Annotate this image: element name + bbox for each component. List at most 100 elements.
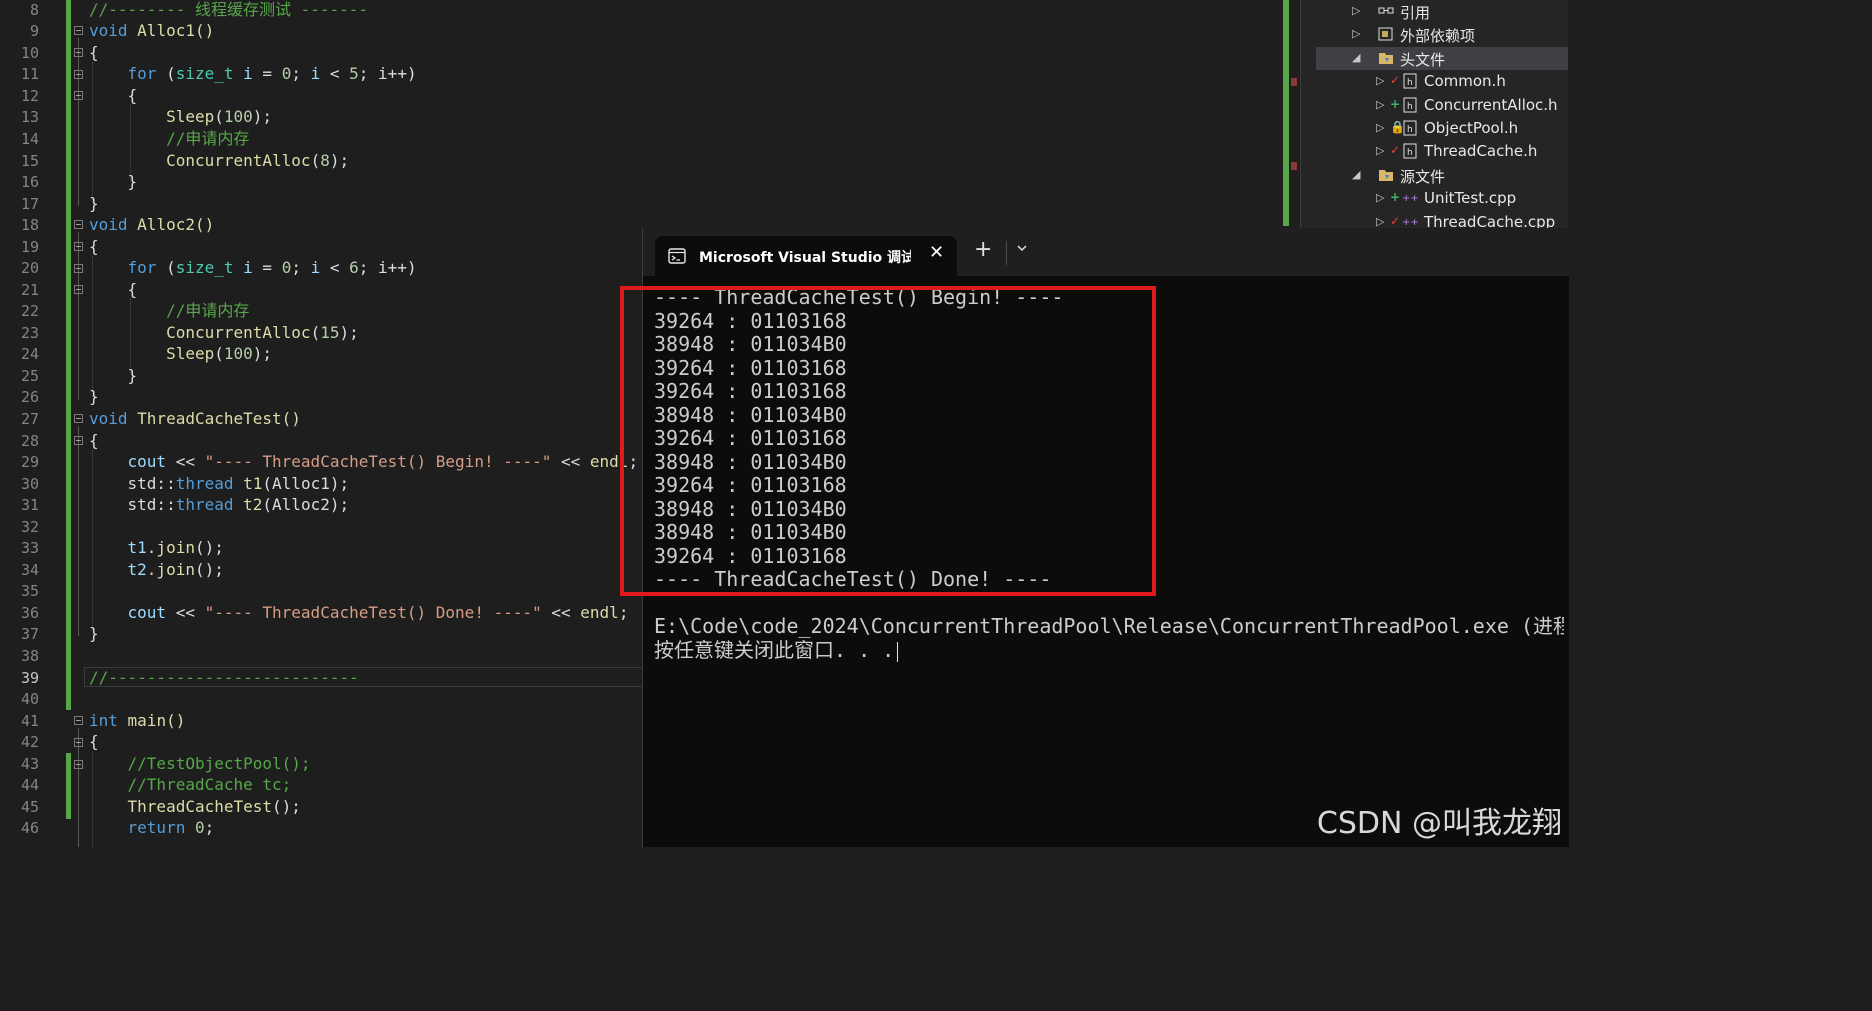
collapse-toggle[interactable] <box>74 264 83 273</box>
solution-tree-item[interactable]: ▷ 🔒 h ObjectPool.h <box>1316 117 1568 140</box>
code-line: //ThreadCache tc; <box>127 775 292 794</box>
svg-text:h: h <box>1407 78 1413 88</box>
line-number: 23 <box>20 324 39 342</box>
line-number: 41 <box>20 712 39 730</box>
collapse-toggle[interactable] <box>74 738 83 747</box>
code-line: void Alloc2() <box>89 215 215 234</box>
change-tracking-bar <box>66 0 71 710</box>
collapse-toggle[interactable] <box>74 716 83 725</box>
line-number: 19 <box>20 238 39 256</box>
new-tab-button[interactable]: + <box>974 237 992 262</box>
solution-tree-item[interactable]: ▷ 外部依赖项 <box>1316 23 1568 46</box>
fold-guide <box>78 38 79 206</box>
fold-guide <box>78 426 79 636</box>
tree-item-label: ThreadCache.h <box>1424 142 1538 161</box>
line-number: 33 <box>20 539 39 557</box>
collapse-toggle[interactable] <box>74 220 83 229</box>
code-line: cout << "---- ThreadCacheTest() Done! --… <box>127 603 629 622</box>
line-number: 15 <box>20 152 39 170</box>
code-line: //-------- 线程缓存测试 ------- <box>89 0 369 19</box>
collapse-arrow-icon[interactable]: ◢ <box>1352 168 1360 181</box>
change-tracking-bar <box>66 753 71 819</box>
collapse-arrow-icon[interactable]: ◢ <box>1352 51 1360 64</box>
collapse-toggle[interactable] <box>74 414 83 423</box>
code-line: } <box>89 387 99 406</box>
line-number: 45 <box>20 798 39 816</box>
expand-arrow-icon[interactable]: ▷ <box>1352 4 1360 17</box>
code-line: void ThreadCacheTest() <box>89 409 301 428</box>
line-number: 11 <box>20 65 39 83</box>
collapse-toggle[interactable] <box>74 48 83 57</box>
close-icon[interactable]: ✕ <box>929 242 944 263</box>
line-number: 35 <box>20 582 39 600</box>
tree-item-label: UnitTest.cpp <box>1424 189 1517 208</box>
expand-arrow-icon[interactable]: ▷ <box>1376 98 1384 111</box>
source-control-status-icon: ✓ <box>1390 143 1401 158</box>
code-line: return 0; <box>127 818 215 837</box>
tree-item-label: ObjectPool.h <box>1424 119 1519 137</box>
code-line: } <box>89 194 99 213</box>
line-number: 37 <box>20 625 39 643</box>
code-line: { <box>89 431 99 450</box>
code-line: //-------------------------- <box>89 668 359 687</box>
expand-arrow-icon[interactable]: ▷ <box>1376 144 1384 157</box>
code-line: t2.join(); <box>127 560 224 579</box>
line-number: 22 <box>20 302 39 320</box>
header-file-icon: h <box>1402 143 1418 159</box>
line-number: 36 <box>20 604 39 622</box>
line-number: 9 <box>29 22 39 40</box>
expand-arrow-icon[interactable]: ▷ <box>1376 215 1384 228</box>
code-line: for (size_t i = 0; i < 5; i++) <box>127 64 417 83</box>
code-line: ConcurrentAlloc(15); <box>166 323 359 342</box>
collapse-toggle[interactable] <box>74 760 83 769</box>
expand-arrow-icon[interactable]: ▷ <box>1376 74 1384 87</box>
solution-tree-item[interactable]: ▷ ✓ ++ ThreadCache.cpp <box>1316 211 1568 228</box>
line-number: 42 <box>20 733 39 751</box>
collapse-toggle[interactable] <box>74 26 83 35</box>
terminal-tab[interactable]: Microsoft Visual Studio 调试控制台 ✕ <box>655 236 957 276</box>
line-number: 39 <box>20 669 39 687</box>
annotation-highlight-box <box>620 286 1156 596</box>
press-any-key-line: 按任意键关闭此窗口. . . <box>654 638 895 662</box>
tab-bar-divider <box>1006 241 1007 265</box>
solution-tree-item[interactable]: ▷ ✓ h Common.h <box>1316 70 1568 93</box>
solution-tree-item[interactable]: ◢ 源文件 <box>1316 164 1568 187</box>
expand-arrow-icon[interactable]: ▷ <box>1376 121 1384 134</box>
editor-scrollbar-change-map[interactable] <box>1283 0 1289 226</box>
code-line: //TestObjectPool(); <box>127 754 311 773</box>
collapse-toggle[interactable] <box>74 242 83 251</box>
collapse-toggle[interactable] <box>74 285 83 294</box>
solution-tree-item[interactable]: ▷ + ++ UnitTest.cpp <box>1316 187 1568 210</box>
line-number: 24 <box>20 345 39 363</box>
solution-tree-item[interactable]: ▷ ✓ h ThreadCache.h <box>1316 140 1568 163</box>
line-number-gutter: 8 9 10 11 12 13 14 15 16 17 18 19 20 21 22 23 24 25 26 27 28… <box>0 0 48 847</box>
code-line: cout << "---- ThreadCacheTest() Begin! -… <box>127 452 639 471</box>
collapse-toggle[interactable] <box>74 91 83 100</box>
solution-tree-item[interactable]: ▷ + h ConcurrentAlloc.h <box>1316 94 1568 117</box>
solution-tree-item[interactable]: ▷ 引用 <box>1316 0 1568 23</box>
collapse-toggle[interactable] <box>74 436 83 445</box>
chevron-down-icon[interactable] <box>1015 240 1029 259</box>
solution-tree-item[interactable]: ◢ 头文件 <box>1316 46 1568 70</box>
line-number: 27 <box>20 410 39 428</box>
tree-item-label: 引用 <box>1400 4 1431 22</box>
svg-text:h: h <box>1407 148 1413 158</box>
tree-item-label: ConcurrentAlloc.h <box>1424 95 1558 114</box>
solution-explorer: ▷ 引用 ▷ 外部依赖项 ◢ 头文件 ▷ ✓ h Common.h ▷ + h ConcurrentAll… <box>1316 0 1568 228</box>
filter-folder-icon <box>1378 50 1394 66</box>
fold-guide <box>78 232 79 400</box>
collapse-toggle[interactable] <box>74 70 83 79</box>
code-line: void Alloc1() <box>89 21 215 40</box>
pane-splitter[interactable] <box>1300 0 1317 230</box>
console-icon <box>668 248 686 268</box>
svg-text:h: h <box>1407 125 1413 135</box>
expand-arrow-icon[interactable]: ▷ <box>1376 191 1384 204</box>
svg-text:++: ++ <box>1402 217 1418 228</box>
line-number: 31 <box>20 496 39 514</box>
header-file-icon: h <box>1402 73 1418 89</box>
svg-text:++: ++ <box>1402 193 1418 204</box>
line-number: 40 <box>20 690 39 708</box>
filter-folder-icon <box>1378 167 1394 183</box>
expand-arrow-icon[interactable]: ▷ <box>1352 27 1360 40</box>
line-number: 43 <box>20 755 39 773</box>
